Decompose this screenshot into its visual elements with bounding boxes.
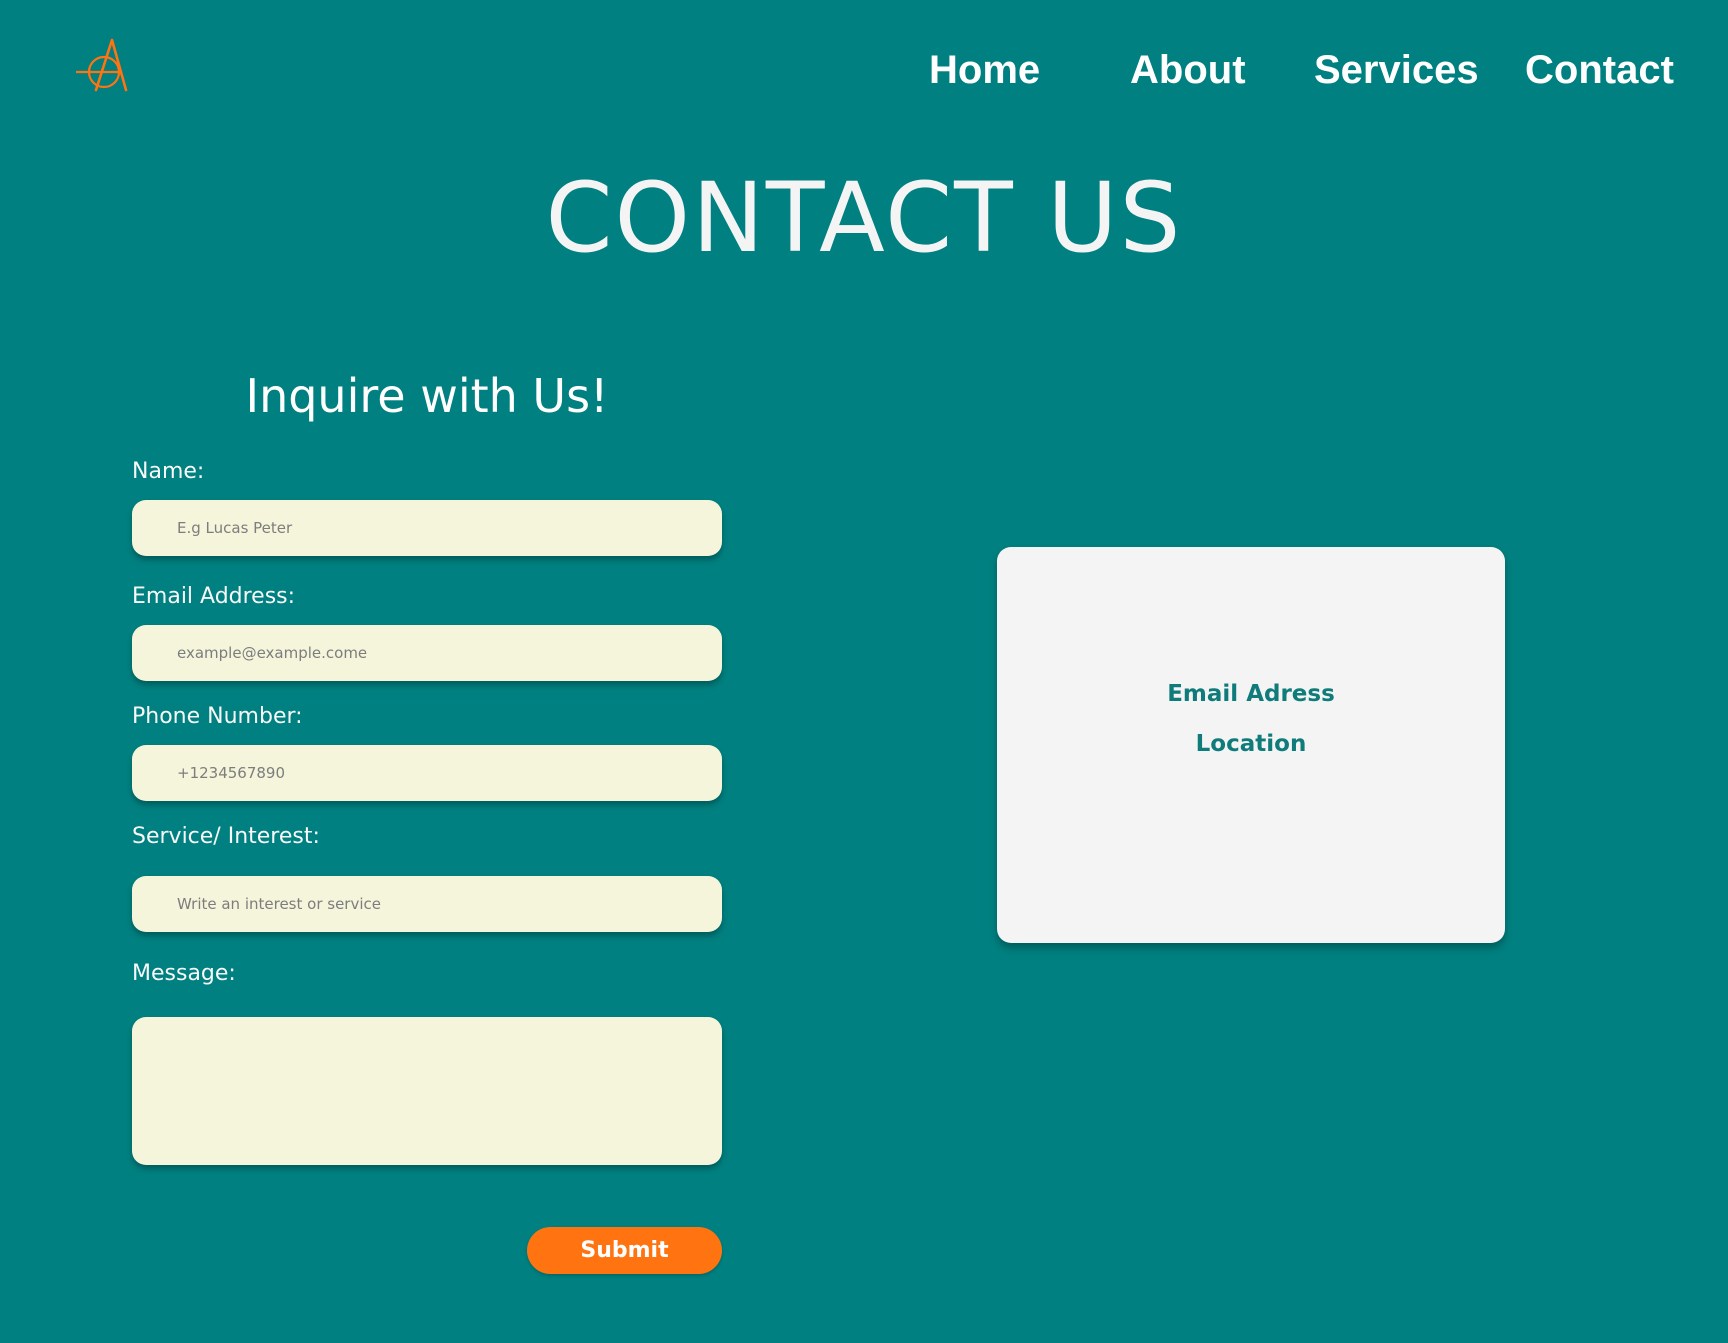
nav-services-link[interactable]: Services bbox=[1314, 44, 1479, 96]
nav-home-link[interactable]: Home bbox=[929, 44, 1040, 96]
nav-contact-link[interactable]: Contact bbox=[1525, 44, 1674, 96]
form-heading: Inquire with Us! bbox=[245, 369, 609, 423]
service-interest-input[interactable] bbox=[132, 876, 722, 932]
contact-info-card: Email Adress Location bbox=[997, 547, 1505, 943]
email-address-link[interactable]: Email Adress bbox=[997, 679, 1505, 709]
nav-about-link[interactable]: About bbox=[1130, 44, 1246, 96]
phone-label: Phone Number: bbox=[132, 704, 303, 729]
location-link[interactable]: Location bbox=[997, 729, 1505, 759]
message-textarea[interactable] bbox=[132, 1017, 722, 1165]
page-title: CONTACT US bbox=[545, 162, 1183, 274]
name-input[interactable] bbox=[132, 500, 722, 556]
stylized-a-logo-icon bbox=[74, 38, 128, 92]
message-label: Message: bbox=[132, 961, 236, 986]
email-input[interactable] bbox=[132, 625, 722, 681]
phone-input[interactable] bbox=[132, 745, 722, 801]
logo[interactable] bbox=[74, 38, 136, 94]
submit-button[interactable]: Submit bbox=[527, 1227, 722, 1274]
name-label: Name: bbox=[132, 459, 205, 484]
email-label: Email Address: bbox=[132, 584, 296, 609]
service-interest-label: Service/ Interest: bbox=[132, 824, 320, 849]
